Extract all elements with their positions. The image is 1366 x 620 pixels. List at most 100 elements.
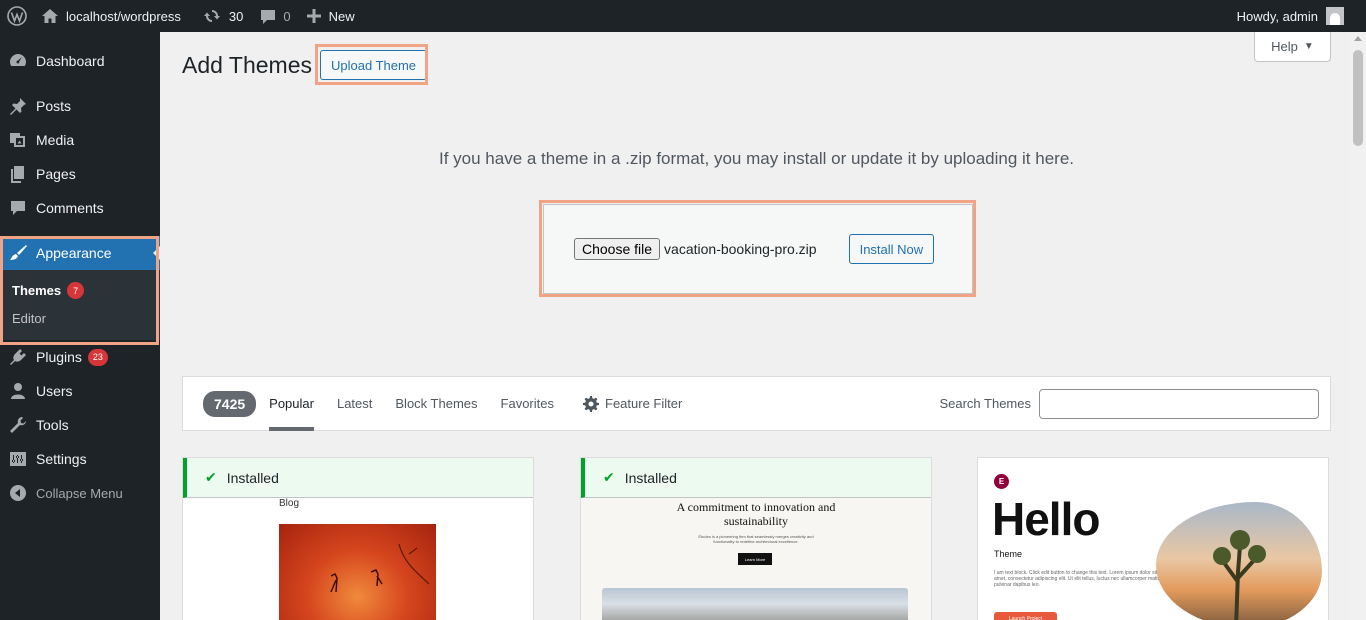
admin-bar: localhost/wordpress 30 0 New Howdy, admi… [0, 0, 1366, 32]
sidebar-item-label: Appearance [36, 245, 112, 261]
sidebar-item-comments[interactable]: Comments [0, 191, 160, 225]
caret-down-icon: ▼ [1303, 41, 1314, 52]
preview-learn-more-button: Learn More [738, 553, 772, 565]
sidebar-item-media[interactable]: Media [0, 123, 160, 157]
main-content: Add Themes Upload Theme Help ▼ If you ha… [160, 32, 1350, 620]
sidebar-item-dashboard[interactable]: Dashboard [0, 44, 160, 78]
wrench-icon [8, 415, 28, 435]
installed-label: Installed [226, 469, 279, 486]
checkmark-icon: ✔ [205, 469, 217, 485]
appearance-submenu: Themes 7 Editor [0, 270, 160, 340]
theme-screenshot: E Hello Theme I am text block. Click edi… [978, 458, 1328, 620]
dashboard-icon [8, 51, 28, 71]
preview-subheading: Theme [994, 549, 1023, 559]
pushpin-icon [8, 96, 28, 116]
comments-link[interactable]: 0 [251, 0, 298, 32]
sidebar-item-label: Users [36, 383, 73, 399]
sidebar-item-label: Collapse Menu [36, 485, 123, 501]
sidebar-item-settings[interactable]: Settings [0, 442, 160, 476]
users-icon [8, 381, 28, 401]
scroll-up-arrow-icon[interactable] [1354, 36, 1362, 41]
media-icon [8, 130, 28, 150]
plus-icon [306, 9, 321, 23]
sidebar-item-label: Pages [36, 166, 76, 182]
updates-link[interactable]: 30 [195, 0, 251, 32]
theme-screenshot: Blog [183, 498, 533, 620]
themes-update-badge: 7 [67, 282, 85, 299]
tab-popular[interactable]: Popular [269, 376, 314, 431]
submenu-label: Themes [12, 283, 62, 298]
preview-building-image [602, 588, 908, 620]
page-title: Add Themes [182, 52, 312, 78]
upload-description: If you have a theme in a .zip format, yo… [438, 149, 1075, 168]
submenu-item-editor[interactable]: Editor [0, 305, 160, 332]
site-name: localhost/wordpress [66, 8, 181, 24]
sidebar-item-users[interactable]: Users [0, 374, 160, 408]
feature-filter-button[interactable]: Feature Filter [583, 395, 683, 412]
sidebar-item-label: Plugins [36, 349, 82, 365]
choose-file-button[interactable]: Choose file [574, 238, 661, 260]
cactus-silhouette-icon [1213, 530, 1266, 620]
sidebar-item-pages[interactable]: Pages [0, 157, 160, 191]
submenu-label: Editor [12, 311, 46, 326]
updates-icon [203, 10, 220, 22]
updates-count: 30 [228, 8, 244, 24]
sidebar-item-label: Posts [36, 98, 72, 114]
sidebar-item-posts[interactable]: Posts [0, 89, 160, 123]
preview-heading: Hello [992, 493, 1100, 545]
new-content-link[interactable]: New [299, 0, 363, 32]
search-themes: Search Themes [939, 388, 1330, 419]
preview-heading: Blog [279, 498, 300, 509]
preview-launch-button: Launch Project [994, 612, 1057, 620]
theme-card[interactable]: ✔ Installed Blog [182, 457, 534, 620]
scrollbar-thumb[interactable] [1353, 50, 1363, 146]
sidebar-item-label: Tools [36, 417, 69, 433]
new-label: New [328, 8, 355, 24]
sidebar-item-appearance[interactable]: Appearance [0, 236, 160, 270]
wordpress-logo-icon[interactable] [0, 0, 33, 32]
preview-image [279, 524, 436, 620]
howdy-text: Howdy, admin [1236, 8, 1318, 24]
install-now-button[interactable]: Install Now [848, 234, 935, 264]
upload-theme-button[interactable]: Upload Theme [320, 50, 428, 80]
selected-file-name: vacation-booking-pro.zip [664, 241, 817, 257]
site-name-link[interactable]: localhost/wordpress [33, 0, 189, 32]
pages-icon [8, 164, 28, 184]
paintbrush-icon [8, 243, 28, 263]
theme-card[interactable]: E Hello Theme I am text block. Click edi… [977, 457, 1329, 620]
collapse-menu-button[interactable]: Collapse Menu [0, 476, 160, 510]
tab-block-themes[interactable]: Block Themes [395, 376, 477, 431]
elementor-logo-icon: E [994, 474, 1009, 489]
comment-icon [261, 9, 276, 24]
sidebar-item-label: Settings [36, 451, 87, 467]
feature-filter-label: Feature Filter [605, 396, 683, 411]
theme-card[interactable]: ✔ Installed A commitment to innovation a… [580, 457, 932, 620]
admin-sidebar: Dashboard Posts Media Pages Comments App… [0, 32, 160, 620]
sidebar-item-plugins[interactable]: Plugins 23 [0, 340, 160, 374]
my-account[interactable]: Howdy, admin [1237, 7, 1366, 25]
sidebar-item-label: Dashboard [36, 53, 105, 69]
theme-count: 7425 [203, 390, 257, 417]
comments-icon [8, 198, 28, 218]
theme-screenshot: A commitment to innovation and sustainab… [581, 498, 931, 620]
settings-sliders-icon [8, 449, 28, 469]
plugins-update-badge: 23 [87, 348, 108, 366]
upload-theme-form: Choose file vacation-booking-pro.zip Ins… [543, 204, 973, 294]
installed-notice: ✔ Installed [183, 458, 533, 498]
preview-cactus-image [1156, 502, 1322, 620]
checkmark-icon: ✔ [603, 469, 615, 485]
submenu-item-themes[interactable]: Themes 7 [0, 276, 160, 305]
tab-latest[interactable]: Latest [337, 376, 372, 431]
installed-label: Installed [624, 469, 677, 486]
search-themes-input[interactable] [1039, 388, 1319, 419]
avatar [1326, 7, 1344, 25]
page-scrollbar[interactable] [1350, 32, 1366, 620]
sidebar-item-label: Comments [36, 200, 104, 216]
help-tab-button[interactable]: Help ▼ [1254, 32, 1331, 62]
preview-heading: A commitment to innovation and sustainab… [676, 500, 836, 528]
comments-count: 0 [283, 8, 291, 24]
sidebar-item-tools[interactable]: Tools [0, 408, 160, 442]
home-icon [42, 9, 58, 23]
tab-favorites[interactable]: Favorites [501, 376, 554, 431]
preview-text: I am text block. Click edit button to ch… [994, 570, 1163, 588]
